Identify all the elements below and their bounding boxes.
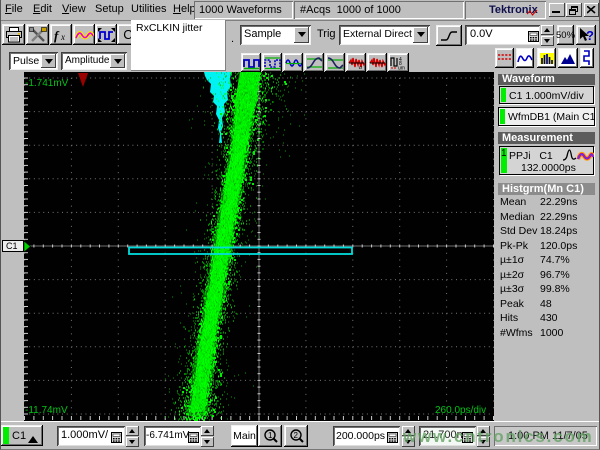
svg-text:-11.74mV: -11.74mV (25, 405, 68, 416)
svg-text:-1.741mV: -1.741mV (25, 78, 69, 89)
svg-text:1: 1 (268, 431, 273, 440)
svg-text:a: a (359, 65, 362, 70)
svg-text:f: f (54, 28, 60, 43)
svg-text:260.0ps/div: 260.0ps/div (435, 405, 486, 416)
svg-text:x: x (60, 32, 65, 42)
svg-text:um: um (398, 65, 405, 70)
svg-text:?: ? (586, 28, 594, 43)
svg-text:2: 2 (293, 431, 298, 440)
